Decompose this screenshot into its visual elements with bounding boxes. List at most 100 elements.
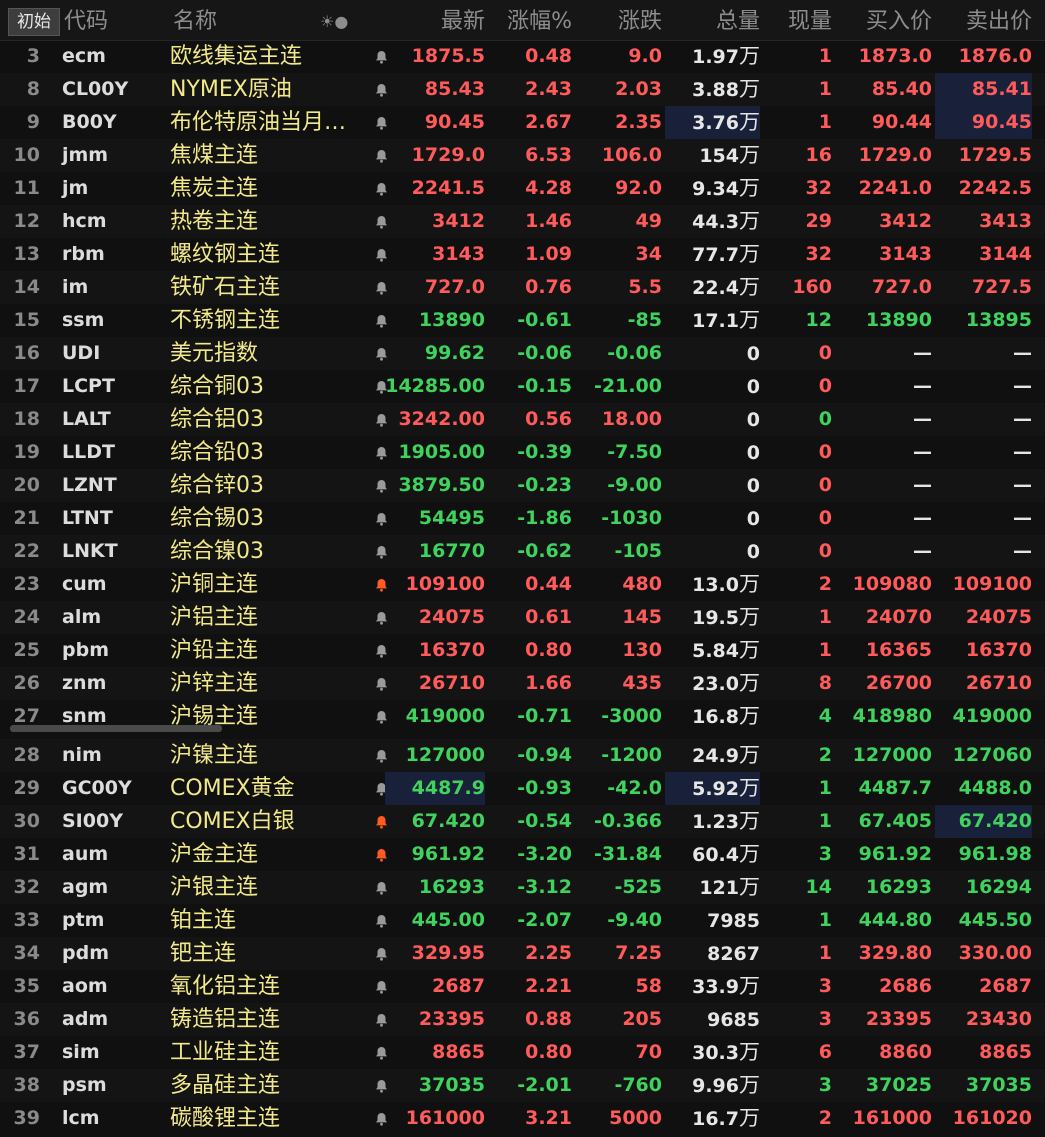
contract-code: B00Y bbox=[62, 111, 117, 133]
column-header-chg[interactable]: 涨跌 bbox=[572, 0, 662, 40]
contract-code: LTNT bbox=[62, 507, 113, 529]
volume-value: 8267 bbox=[707, 943, 760, 965]
column-header-vol[interactable]: 总量 bbox=[665, 0, 760, 40]
table-row[interactable]: 22 LNKT 综合镍03 16770 -0.62 -105 0 0 — — bbox=[0, 535, 1045, 568]
volume-value: 0 bbox=[746, 475, 760, 497]
last-price: 54495 bbox=[418, 507, 485, 529]
table-row[interactable]: 35 aom 氧化铝主连 2687 2.21 58 33.9万 3 2686 2687 bbox=[0, 970, 1045, 1003]
last-price: 419000 bbox=[405, 705, 485, 727]
change-amount: 2.03 bbox=[615, 78, 662, 100]
table-row[interactable]: 10 jmm 焦煤主连 1729.0 6.53 106.0 154万 16 1729.0 1729… bbox=[0, 139, 1045, 172]
ask-price: — bbox=[1013, 408, 1032, 430]
table-row[interactable]: 18 LALT 综合铝03 3242.00 0.56 18.00 0 0 — — bbox=[0, 403, 1045, 436]
contract-code: UDI bbox=[62, 342, 101, 364]
table-row[interactable]: 25 pbm 沪铅主连 16370 0.80 130 5.84万 1 16365 16370 bbox=[0, 634, 1045, 667]
table-row[interactable]: 20 LZNT 综合锌03 3879.50 -0.23 -9.00 0 0 — — bbox=[0, 469, 1045, 502]
table-row[interactable]: 17 LCPT 综合铜03 14285.00 -0.15 -21.00 0 0 — — bbox=[0, 370, 1045, 403]
bid-price: 109080 bbox=[852, 573, 932, 595]
current-volume: 16 bbox=[805, 144, 832, 166]
column-header-cur[interactable]: 现量 bbox=[760, 0, 832, 40]
bid-price: 2241.0 bbox=[858, 177, 932, 199]
initial-tab-button[interactable]: 初始 bbox=[8, 8, 60, 36]
table-row[interactable]: 3 ecm 欧线集运主连 1875.5 0.48 9.0 1.97万 1 1873.0 1876.… bbox=[0, 40, 1045, 73]
table-row[interactable]: 34 pdm 钯主连 329.95 2.25 7.25 8267 1 329.80 330.00 bbox=[0, 937, 1045, 970]
contract-name: 沪银主连 bbox=[170, 875, 259, 900]
change-amount: 435 bbox=[622, 672, 662, 694]
column-header-icons[interactable]: ☀● bbox=[320, 0, 348, 40]
ask-price: 37035 bbox=[965, 1074, 1032, 1096]
change-percent: 1.09 bbox=[525, 243, 572, 265]
table-row[interactable]: 13 rbm 螺纹钢主连 3143 1.09 34 77.7万 32 3143 3144 bbox=[0, 238, 1045, 271]
table-row[interactable]: 38 psm 多晶硅主连 37035 -2.01 -760 9.96万 3 37025 37035 bbox=[0, 1069, 1045, 1102]
total-volume: 3.88万 bbox=[665, 73, 760, 106]
total-volume: 5.92万 bbox=[665, 772, 760, 805]
table-row[interactable]: 39 lcm 碳酸锂主连 161000 3.21 5000 16.7万 2 161000 1610… bbox=[0, 1102, 1045, 1135]
change-amount: -9.00 bbox=[607, 474, 662, 496]
table-row[interactable]: 29 GC00Y COMEX黄金 4487.9 -0.93 -42.0 5.92万 1 4487… bbox=[0, 772, 1045, 805]
table-row[interactable]: 31 aum 沪金主连 961.92 -3.20 -31.84 60.4万 3 961.92 96… bbox=[0, 838, 1045, 871]
contract-code: aum bbox=[62, 843, 109, 865]
bid-price: 1873.0 bbox=[858, 45, 932, 67]
ask-price: — bbox=[1013, 375, 1032, 397]
table-row[interactable]: 15 ssm 不锈钢主连 13890 -0.61 -85 17.1万 12 13890 13895 bbox=[0, 304, 1045, 337]
column-header-pct[interactable]: 涨幅% bbox=[480, 0, 572, 40]
total-volume: 0 bbox=[665, 502, 760, 535]
contract-name: 综合锡03 bbox=[170, 506, 264, 531]
change-percent: 0.44 bbox=[525, 573, 572, 595]
volume-unit: 万 bbox=[739, 209, 760, 233]
table-row[interactable]: 32 agm 沪银主连 16293 -3.12 -525 121万 14 16293 16294 bbox=[0, 871, 1045, 904]
table-row[interactable]: 21 LTNT 综合锡03 54495 -1.86 -1030 0 0 — — bbox=[0, 502, 1045, 535]
table-row[interactable]: 14 im 铁矿石主连 727.0 0.76 5.5 22.4万 160 727.0 727.5 bbox=[0, 271, 1045, 304]
change-percent: 2.25 bbox=[525, 942, 572, 964]
row-number: 37 bbox=[13, 1041, 40, 1063]
total-volume: 5.84万 bbox=[665, 634, 760, 667]
column-header-ask[interactable]: 卖出价 bbox=[935, 0, 1032, 40]
column-header-name[interactable]: 名称 bbox=[173, 0, 217, 40]
horizontal-scrollbar[interactable] bbox=[10, 725, 222, 732]
volume-value: 30.3 bbox=[692, 1042, 739, 1064]
table-row[interactable]: 28 nim 沪镍主连 127000 -0.94 -1200 24.9万 2 127000 127… bbox=[0, 739, 1045, 772]
contract-name: 热卷主连 bbox=[170, 209, 259, 234]
change-amount: 480 bbox=[622, 573, 662, 595]
table-row[interactable]: 36 adm 铸造铝主连 23395 0.88 205 9685 3 23395 23430 bbox=[0, 1003, 1045, 1036]
table-row[interactable]: 24 alm 沪铝主连 24075 0.61 145 19.5万 1 24070 24075 bbox=[0, 601, 1045, 634]
current-volume: 2 bbox=[818, 1107, 832, 1129]
table-row[interactable]: 9 B00Y 布伦特原油当月… 90.45 2.67 2.35 3.76万 1 90.44 90.… bbox=[0, 106, 1045, 139]
change-percent: 4.28 bbox=[525, 177, 572, 199]
table-row[interactable]: 30 SI00Y COMEX白银 67.420 -0.54 -0.366 1.23万 1 67.… bbox=[0, 805, 1045, 838]
current-volume: 32 bbox=[805, 243, 832, 265]
table-row[interactable]: 23 cum 沪铜主连 109100 0.44 480 13.0万 2 109080 109100 bbox=[0, 568, 1045, 601]
ask-price: 2242.5 bbox=[958, 177, 1032, 199]
ask-price: 67.420 bbox=[935, 805, 1032, 838]
table-row[interactable]: 12 hcm 热卷主连 3412 1.46 49 44.3万 29 3412 3413 bbox=[0, 205, 1045, 238]
ask-price: 85.41 bbox=[935, 73, 1032, 106]
last-price: 3879.50 bbox=[398, 474, 485, 496]
table-row[interactable]: 19 LLDT 综合铅03 1905.00 -0.39 -7.50 0 0 — — bbox=[0, 436, 1045, 469]
column-header-code[interactable]: 代码 bbox=[64, 0, 108, 40]
table-row[interactable]: 11 jm 焦炭主连 2241.5 4.28 92.0 9.34万 32 2241.0 2242.… bbox=[0, 172, 1045, 205]
table-row[interactable]: 33 ptm 铂主连 445.00 -2.07 -9.40 7985 1 444.80 445.5… bbox=[0, 904, 1045, 937]
table-row[interactable]: 16 UDI 美元指数 99.62 -0.06 -0.06 0 0 — — bbox=[0, 337, 1045, 370]
column-header-bid[interactable]: 买入价 bbox=[832, 0, 932, 40]
table-row[interactable]: 37 sim 工业硅主连 8865 0.80 70 30.3万 6 8860 8865 bbox=[0, 1036, 1045, 1069]
contract-name: 沪铅主连 bbox=[170, 638, 259, 663]
contract-name: 综合铅03 bbox=[170, 440, 264, 465]
total-volume: 30.3万 bbox=[665, 1036, 760, 1069]
change-amount: 70 bbox=[635, 1041, 662, 1063]
volume-unit: 万 bbox=[739, 308, 760, 332]
last-price: 1875.5 bbox=[411, 45, 485, 67]
table-row[interactable]: 26 znm 沪锌主连 26710 1.66 435 23.0万 8 26700 26710 bbox=[0, 667, 1045, 700]
last-price: 85.43 bbox=[424, 78, 485, 100]
change-percent: -2.01 bbox=[517, 1074, 572, 1096]
table-row[interactable]: 8 CL00Y NYMEX原油 85.43 2.43 2.03 3.88万 1 85.40 85.… bbox=[0, 73, 1045, 106]
contract-name: 铸造铝主连 bbox=[170, 1007, 281, 1032]
volume-value: 60.4 bbox=[692, 844, 739, 866]
ask-price: 1876.0 bbox=[958, 45, 1032, 67]
ask-price: 16294 bbox=[965, 876, 1032, 898]
column-header-last[interactable]: 最新 bbox=[385, 0, 485, 40]
row-number: 39 bbox=[13, 1107, 40, 1129]
ask-price: — bbox=[1013, 474, 1032, 496]
change-amount: 106.0 bbox=[601, 144, 662, 166]
bid-price: 329.80 bbox=[858, 942, 932, 964]
contract-name: 沪铝主连 bbox=[170, 605, 259, 630]
